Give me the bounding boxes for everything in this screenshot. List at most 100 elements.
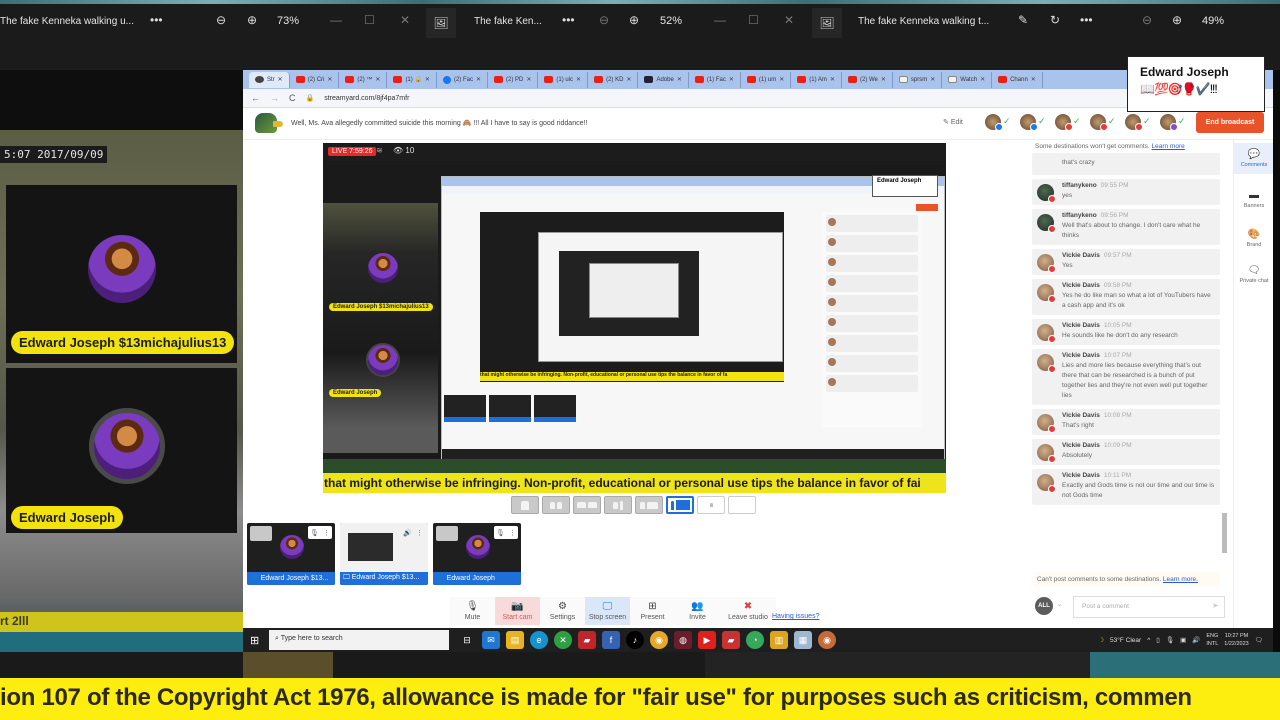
browser-tab[interactable]: Adobe ✕	[638, 71, 689, 88]
browser-tab[interactable]: sprsm ✕	[893, 71, 943, 88]
url-field[interactable]: streamyard.com/8jf4pa7mfr	[324, 95, 409, 102]
thumbnail-controls[interactable]: 🎙 ⋮	[494, 526, 518, 539]
browser-tab[interactable]: (2) Cri ✕	[290, 71, 340, 88]
mute-button[interactable]: 🎙 Mute	[450, 597, 495, 625]
layout-option[interactable]	[666, 496, 694, 514]
minimize-icon[interactable]: —	[714, 13, 726, 27]
close-tab-icon[interactable]: ✕	[830, 76, 835, 83]
having-issues-link[interactable]: Having issues?	[772, 613, 819, 620]
close-tab-icon[interactable]: ✕	[930, 76, 935, 83]
task-view-icon[interactable]: ⊟	[458, 631, 476, 649]
destination-youtube[interactable]: ✓	[1055, 114, 1081, 132]
app-icon[interactable]: ▰	[722, 631, 740, 649]
browser-tab[interactable]: (1) um ✕	[741, 71, 792, 88]
app-icon[interactable]: ◔	[746, 631, 764, 649]
browser-tab[interactable]: Str ✕	[249, 71, 290, 88]
rail-comments[interactable]: 💬 Comments	[1234, 143, 1273, 174]
zoom-in-icon[interactable]: ⊕	[629, 13, 639, 27]
network-icon[interactable]: ▣	[1180, 636, 1186, 644]
browser-tab[interactable]: (2) Fac ✕	[437, 71, 488, 88]
more-icon[interactable]: ⋮	[416, 529, 423, 537]
thumbnail-controls[interactable]: 🎙 ⋮	[308, 526, 332, 539]
layout-option[interactable]	[697, 496, 725, 514]
leave-studio-button[interactable]: ✖ Leave studio	[720, 597, 776, 625]
browser-tab[interactable]: (2) We ✕	[842, 71, 893, 88]
app-icon[interactable]: ▰	[578, 631, 596, 649]
mic-icon[interactable]: 🎙	[1166, 636, 1174, 644]
close-tab-icon[interactable]: ✕	[476, 76, 481, 83]
volume-icon[interactable]: 🔊	[1192, 636, 1200, 644]
mic-icon[interactable]: 🎙	[310, 529, 319, 537]
maximize-icon[interactable]: ☐	[748, 13, 759, 27]
tiktok-icon[interactable]: ♪	[626, 631, 644, 649]
send-icon[interactable]: ➤	[1212, 601, 1219, 610]
layout-option[interactable]	[604, 496, 632, 514]
maximize-icon[interactable]: ☐	[364, 13, 375, 27]
layout-option[interactable]	[728, 496, 756, 514]
destination-twitch[interactable]: ✓	[1160, 114, 1186, 132]
taskbar-search[interactable]: ⌕ Type here to search	[269, 630, 449, 650]
reload-icon[interactable]: C	[289, 93, 296, 103]
settings-button[interactable]: ⚙ Settings	[540, 597, 585, 625]
edit-title-button[interactable]: ✎ Edit	[943, 118, 963, 126]
scrollbar-thumb[interactable]	[1222, 513, 1227, 553]
more-icon[interactable]: ⋮	[323, 529, 330, 537]
browser-tab[interactable]: (2) KD ✕	[588, 71, 639, 88]
close-icon[interactable]: ✕	[400, 13, 410, 27]
close-tab-icon[interactable]: ✕	[576, 76, 581, 83]
rail-banners[interactable]: ▬ Banners	[1234, 184, 1273, 215]
destination-facebook[interactable]: ✓	[1020, 114, 1046, 132]
zoom-in-icon[interactable]: ⊕	[247, 13, 257, 27]
layout-option[interactable]	[511, 496, 539, 514]
screen-share-thumbnail[interactable]: 🔊 ⋮ 🖵 Edward Joseph $13...	[340, 523, 428, 585]
language-indicator[interactable]: ENG INTL	[1206, 632, 1218, 648]
notifications-icon[interactable]: 🗨	[1255, 636, 1263, 644]
youtube-icon[interactable]: ▶	[698, 631, 716, 649]
chrome-profile-icon[interactable]: ◉	[818, 631, 836, 649]
close-tab-icon[interactable]: ✕	[980, 76, 985, 83]
browser-tab[interactable]: (2) ™ ✕	[339, 71, 388, 88]
present-button[interactable]: ⊞ Present	[630, 597, 675, 625]
speaker-icon[interactable]: 🔊	[403, 529, 412, 537]
close-tab-icon[interactable]: ✕	[526, 76, 531, 83]
destination-youtube[interactable]: ✓	[1090, 114, 1116, 132]
mail-icon[interactable]: ✉	[482, 631, 500, 649]
end-broadcast-button[interactable]: End broadcast	[1196, 112, 1264, 133]
back-icon[interactable]: ←	[251, 93, 260, 103]
comment-scrollbar[interactable]	[1222, 153, 1227, 565]
browser-tab[interactable]: (2) PD ✕	[488, 71, 539, 88]
close-tab-icon[interactable]: ✕	[375, 76, 380, 83]
chevron-down-icon[interactable]: ⌄	[1057, 601, 1062, 608]
weather-text[interactable]: 53°F Clear	[1110, 637, 1141, 644]
comment-input[interactable]: Post a comment	[1073, 596, 1225, 618]
files-icon[interactable]: ▥	[770, 631, 788, 649]
rail-brand[interactable]: 🎨 Brand	[1234, 223, 1273, 254]
forward-icon[interactable]: →	[270, 93, 279, 103]
more-icon[interactable]: •••	[1080, 13, 1093, 27]
windows-start-icon[interactable]: ⊞	[250, 634, 259, 647]
app-icon[interactable]: ◍	[674, 631, 692, 649]
file-explorer-icon[interactable]: ▤	[506, 631, 524, 649]
layout-option[interactable]	[542, 496, 570, 514]
destination-facebook[interactable]: ✓	[985, 114, 1011, 132]
close-tab-icon[interactable]: ✕	[425, 76, 430, 83]
invite-button[interactable]: 👥 Invite	[675, 597, 720, 625]
browser-tab[interactable]: (1) Fac ✕	[689, 71, 741, 88]
participant-thumbnail[interactable]: 🎙 ⋮ 👤 Edward Joseph $13...	[247, 523, 335, 585]
close-tab-icon[interactable]: ✕	[779, 76, 784, 83]
close-tab-icon[interactable]: ✕	[278, 76, 283, 83]
close-tab-icon[interactable]: ✕	[626, 76, 631, 83]
rail-private-chat[interactable]: 🗨 Private chat	[1234, 259, 1273, 290]
close-icon[interactable]: ✕	[784, 13, 794, 27]
start-cam-button[interactable]: 📷 Start cam	[495, 597, 540, 625]
browser-tab[interactable]: Watch ✕	[942, 71, 993, 88]
browser-tab[interactable]: (1) uic ✕	[538, 71, 589, 88]
layout-option[interactable]	[573, 496, 601, 514]
chrome-icon[interactable]: ◉	[650, 631, 668, 649]
browser-tab[interactable]: (1) Am ✕	[791, 71, 842, 88]
tray-overflow-icon[interactable]: ^	[1147, 637, 1150, 644]
xbox-icon[interactable]: ✕	[554, 631, 572, 649]
audience-selector[interactable]: ALL	[1035, 597, 1053, 615]
rotate-icon[interactable]: ↻	[1050, 13, 1060, 27]
participant-thumbnail[interactable]: 🎙 ⋮ 👤 Edward Joseph	[433, 523, 521, 585]
